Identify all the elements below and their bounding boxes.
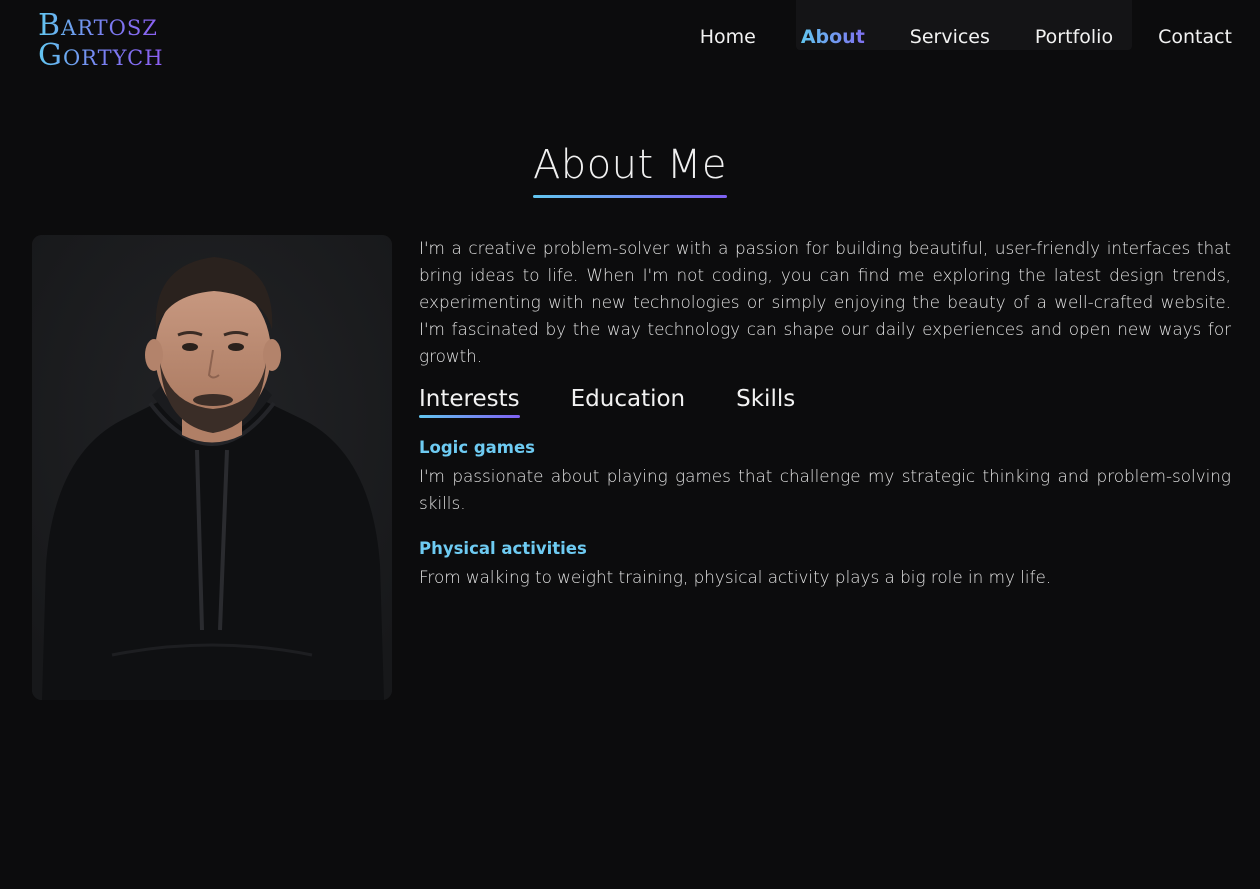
profile-photo <box>32 235 392 700</box>
logo-first-name: Bartosz <box>38 8 158 43</box>
interest-title: Physical activities <box>419 539 587 558</box>
main-nav: Home About Services Portfolio Contact <box>700 26 1232 48</box>
page-title: About Me <box>532 142 728 198</box>
nav-about[interactable]: About <box>801 26 865 48</box>
nav-services[interactable]: Services <box>910 26 990 48</box>
logo-last-name: Gortych <box>38 38 164 73</box>
site-logo[interactable]: Bartosz Gortych <box>38 11 164 71</box>
section-title-wrap: About Me <box>0 142 1260 198</box>
tab-skills[interactable]: Skills <box>736 386 795 416</box>
nav-portfolio[interactable]: Portfolio <box>1035 26 1113 48</box>
interest-description: From walking to weight training, physica… <box>419 567 1052 587</box>
about-tabs: Interests Education Skills <box>419 386 1231 418</box>
list-item: Logic games I'm passionate about playing… <box>419 438 1231 517</box>
interests-list: Logic games I'm passionate about playing… <box>419 438 1231 591</box>
tab-education[interactable]: Education <box>571 386 686 416</box>
portrait-image <box>32 235 392 700</box>
tab-interests[interactable]: Interests <box>419 386 520 418</box>
nav-home[interactable]: Home <box>700 26 756 48</box>
intro-paragraph: I'm a creative problem-solver with a pas… <box>419 238 1231 366</box>
about-page: Bartosz Gortych Home About Services Port… <box>0 0 1260 889</box>
about-content: I'm a creative problem-solver with a pas… <box>419 235 1231 613</box>
interest-title: Logic games <box>419 438 535 457</box>
list-item: Physical activities From walking to weig… <box>419 539 1231 591</box>
interest-description: I'm passionate about playing games that … <box>419 466 1231 513</box>
nav-contact[interactable]: Contact <box>1158 26 1232 48</box>
